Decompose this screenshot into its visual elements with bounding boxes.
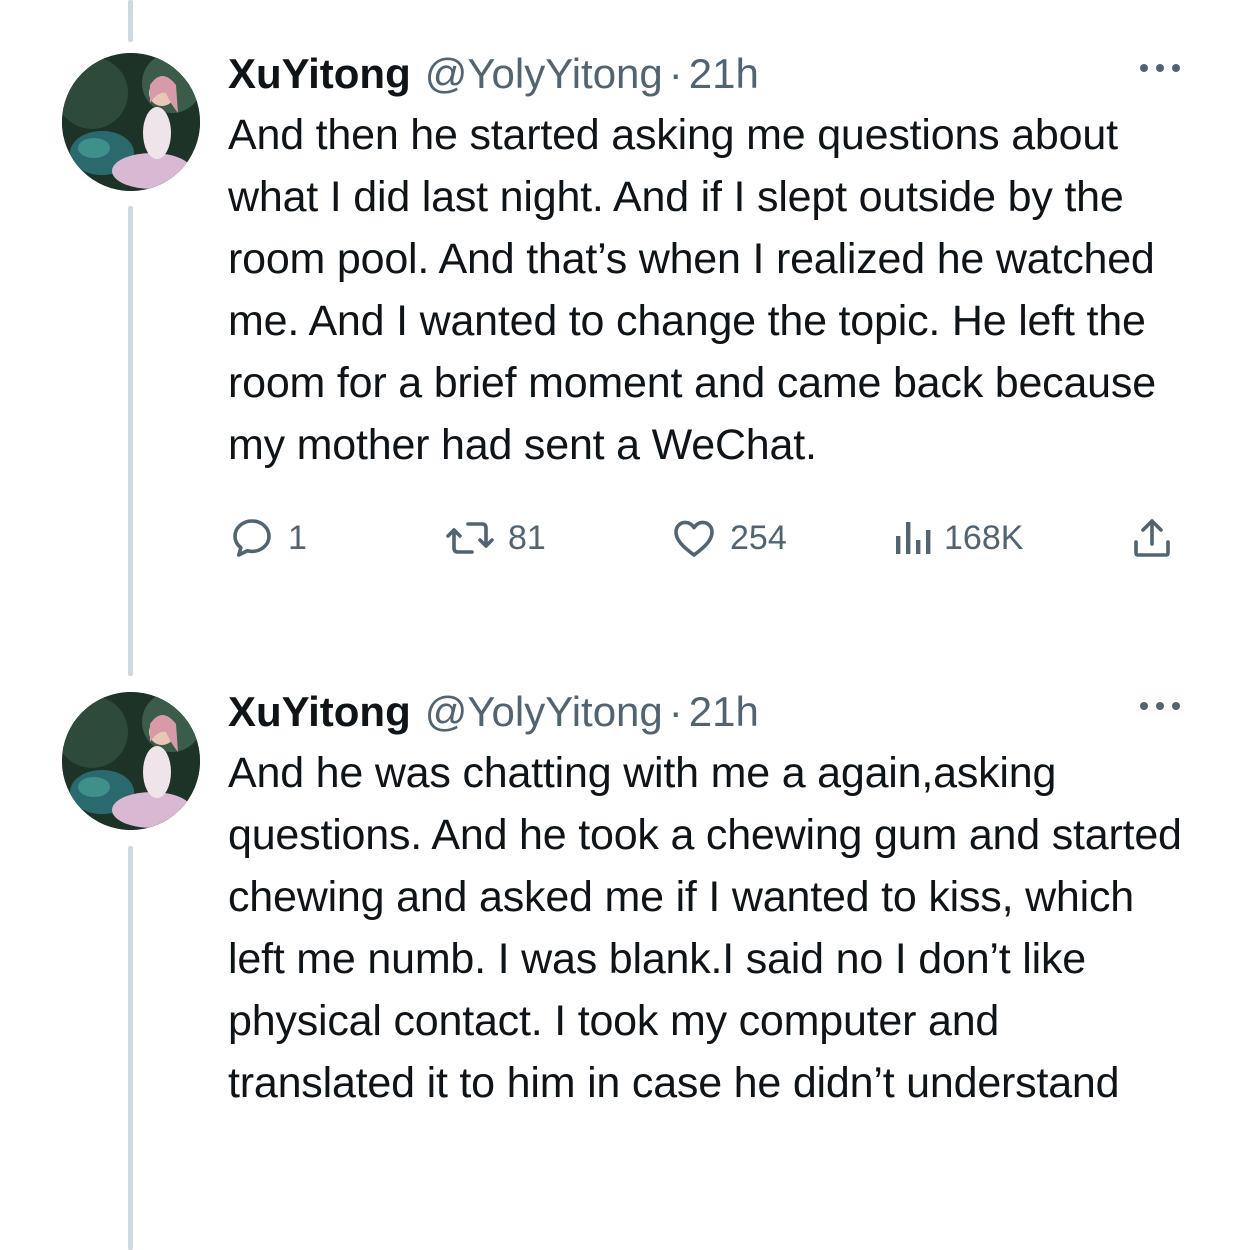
user-handle[interactable]: @YolyYitong — [425, 686, 663, 738]
views-count: 168K — [944, 518, 1024, 557]
separator-dot: · — [668, 50, 683, 97]
thread-line-bottom — [128, 846, 133, 1250]
display-name[interactable]: XuYitong — [228, 48, 411, 100]
reply-icon — [233, 519, 271, 557]
tweet-text: And he was chatting with me a again,aski… — [228, 749, 1182, 1107]
share-icon — [1134, 519, 1170, 557]
timestamp[interactable]: 21h — [689, 686, 759, 738]
retweet-icon — [446, 522, 494, 554]
avatar-image — [62, 53, 200, 191]
tweet-text: And then he started asking me questions … — [228, 111, 1156, 469]
share-button[interactable] — [1128, 510, 1188, 566]
avatar[interactable] — [62, 53, 200, 191]
views-icon — [896, 522, 931, 554]
more-icon[interactable] — [1136, 58, 1184, 78]
tweet-header: XuYitong @YolyYitong · 21h — [228, 48, 1188, 100]
reply-count: 1 — [288, 518, 307, 557]
thread-line-top — [128, 0, 133, 42]
tweet[interactable]: XuYitong @YolyYitong · 21h And he was ch… — [228, 686, 1188, 1114]
thread-line-middle — [128, 206, 133, 676]
timestamp[interactable]: 21h — [689, 48, 759, 100]
tweet-header: XuYitong @YolyYitong · 21h — [228, 686, 1188, 738]
like-button[interactable]: 254 — [670, 510, 787, 566]
separator-dot: · — [668, 688, 683, 735]
like-count: 254 — [730, 518, 787, 557]
avatar-image — [62, 692, 200, 830]
tweet-actions: 1 81 254 168K — [228, 510, 1188, 570]
avatar[interactable] — [62, 692, 200, 830]
tweet[interactable]: XuYitong @YolyYitong · 21h And then he s… — [228, 48, 1188, 570]
heart-icon — [674, 520, 714, 557]
views-button[interactable]: 168K — [892, 510, 1023, 566]
display-name[interactable]: XuYitong — [228, 686, 411, 738]
user-handle[interactable]: @YolyYitong — [425, 48, 663, 100]
reply-button[interactable]: 1 — [228, 510, 307, 566]
retweet-button[interactable]: 81 — [444, 510, 546, 566]
retweet-count: 81 — [508, 518, 546, 557]
more-icon[interactable] — [1136, 696, 1184, 716]
